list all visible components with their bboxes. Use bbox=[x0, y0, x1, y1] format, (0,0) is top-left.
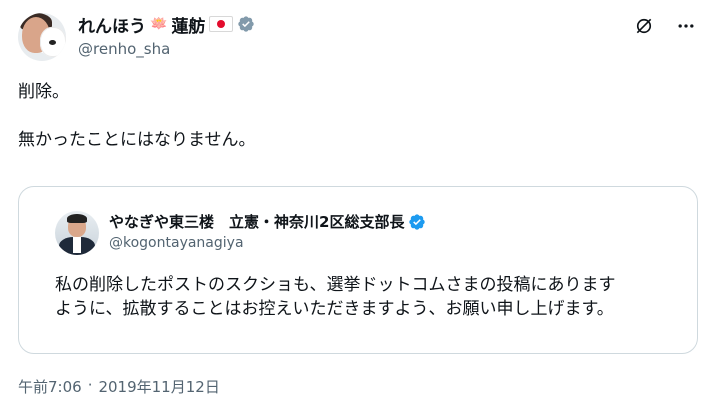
quoted-line: ように、拡散することはお控えいただきますよう、お願い申し上げます。 bbox=[55, 299, 614, 319]
author-display-name[interactable]: れんほう bbox=[78, 12, 146, 37]
more-icon[interactable] bbox=[676, 16, 696, 36]
lotus-icon: 🪷 bbox=[150, 16, 168, 32]
quoted-line: 私の削除したポストのスクショも、選挙ドットコムさまの投稿にあります bbox=[55, 275, 616, 295]
post-line: 削除。 bbox=[18, 82, 69, 102]
japan-flag-icon bbox=[209, 16, 234, 32]
verified-badge-icon[interactable] bbox=[408, 213, 426, 231]
author-handle[interactable]: @renho_sha bbox=[78, 40, 170, 58]
post-text: 削除。 無かったことにはなりません。 bbox=[18, 80, 256, 152]
quoted-author-avatar[interactable] bbox=[55, 211, 99, 255]
quoted-handle[interactable]: @kogontayanagiya bbox=[109, 235, 244, 251]
quoted-text: 私の削除したポストのスクショも、選挙ドットコムさまの投稿にあります ように、拡散… bbox=[55, 273, 695, 321]
post-timestamp[interactable]: 午前7:06 · 2019年11月12日 bbox=[18, 376, 220, 397]
quoted-name-row: やなぎや東三楼 立憲・神奈川2区総支部長 bbox=[109, 211, 426, 232]
timestamp-separator: · bbox=[87, 376, 93, 394]
author-name-suffix[interactable]: 蓮舫 bbox=[171, 12, 205, 37]
post-date: 2019年11月12日 bbox=[98, 378, 220, 396]
post-actions-top bbox=[634, 16, 696, 36]
author-name-row: れんほう 🪷 蓮舫 bbox=[78, 12, 255, 37]
grok-icon[interactable] bbox=[634, 16, 654, 36]
quoted-display-name[interactable]: やなぎや東三楼 立憲・神奈川2区総支部長 bbox=[109, 211, 404, 232]
author-avatar[interactable] bbox=[18, 13, 66, 61]
quoted-post[interactable]: やなぎや東三楼 立憲・神奈川2区総支部長 @kogontayanagiya 私の… bbox=[18, 186, 698, 354]
post-time: 午前7:06 bbox=[18, 378, 82, 396]
verified-badge-icon[interactable] bbox=[237, 15, 255, 33]
post-line bbox=[18, 104, 256, 128]
post-line: 無かったことにはなりません。 bbox=[18, 130, 256, 150]
